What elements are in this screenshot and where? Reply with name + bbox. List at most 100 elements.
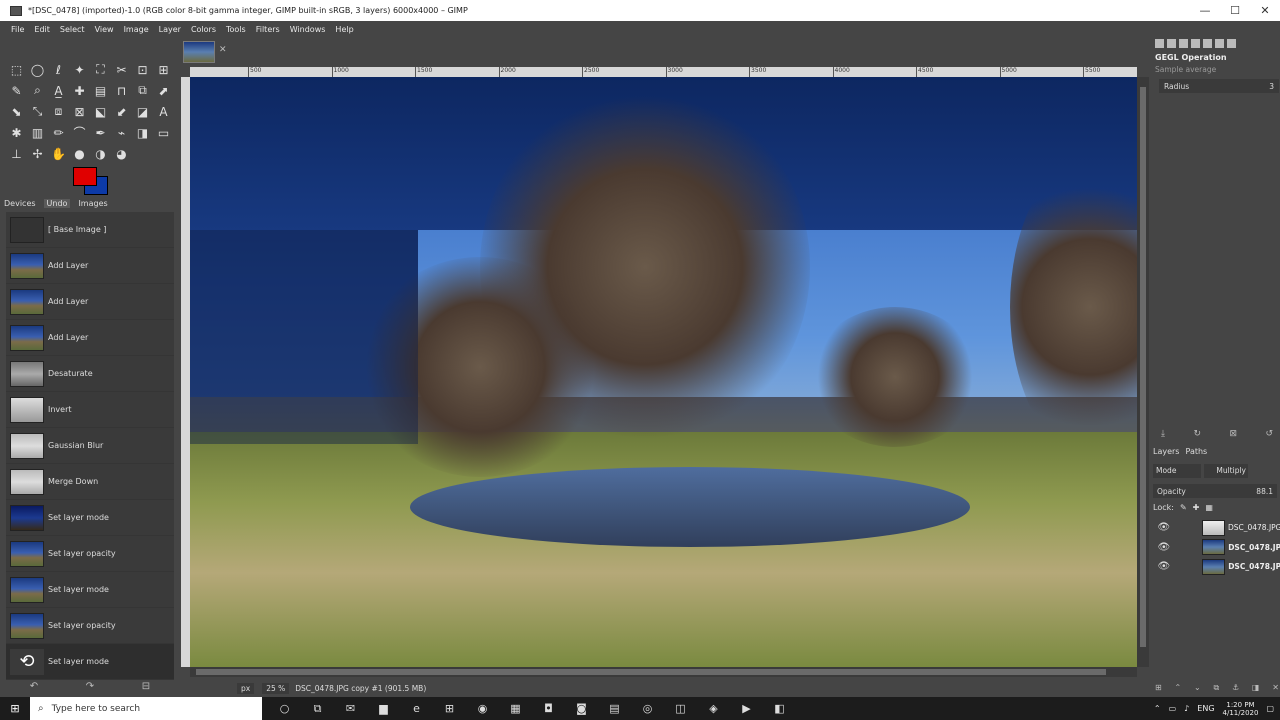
tool-icon-33[interactable]: ⊥ [6, 143, 27, 164]
tool-icon-21[interactable]: ⬕ [90, 101, 111, 122]
start-icon[interactable]: ⊞ [0, 702, 30, 715]
taskbar-app-icon[interactable]: ◙ [565, 702, 598, 716]
undo-history-item[interactable]: Invert [6, 392, 174, 428]
taskbar-app-icon[interactable]: ◉ [466, 702, 499, 716]
undo-history-item[interactable]: Set layer opacity [6, 536, 174, 572]
unit-select[interactable]: px [237, 682, 255, 694]
close-tab-icon[interactable]: ✕ [219, 45, 227, 55]
templates-icon[interactable] [1215, 39, 1224, 48]
visibility-eye-icon[interactable]: 👁 [1156, 522, 1172, 533]
tool-icon-15[interactable]: ⧉ [132, 80, 153, 101]
document-history-icon[interactable] [1203, 39, 1212, 48]
anchor-layer-icon[interactable]: ⚓ [1232, 683, 1239, 693]
menu-filters[interactable]: Filters [256, 25, 280, 34]
save-options-icon[interactable]: ⤓ [1161, 429, 1165, 439]
tool-icon-17[interactable]: ⬊ [6, 101, 27, 122]
tray-chevron-icon[interactable]: ⌃ [1154, 704, 1161, 713]
menu-colors[interactable]: Colors [191, 25, 216, 34]
delete-layer-icon[interactable]: ✕ [1272, 683, 1279, 693]
tool-icon-30[interactable]: ⌁ [111, 122, 132, 143]
menu-layer[interactable]: Layer [159, 25, 181, 34]
minimize-button[interactable]: — [1190, 4, 1220, 17]
tool-icon-3[interactable]: ℓ [48, 59, 69, 80]
taskbar-app-icon[interactable]: ⧉ [301, 702, 334, 716]
menu-help[interactable]: Help [335, 25, 353, 34]
tool-icon-19[interactable]: ⧈ [48, 101, 69, 122]
undo-history-item[interactable]: Set layer opacity [6, 608, 174, 644]
taskbar-app-icon[interactable]: ◎ [631, 702, 664, 716]
network-icon[interactable]: ▭ [1169, 704, 1177, 713]
tool-icon-2[interactable]: ◯ [27, 59, 48, 80]
tool-icon-26[interactable]: ▥ [27, 122, 48, 143]
taskbar-app-icon[interactable]: ▶ [730, 702, 763, 716]
tool-icon-1[interactable]: ⬚ [6, 59, 27, 80]
undo-history-item[interactable]: Add Layer [6, 320, 174, 356]
lower-layer-icon[interactable]: ⌄ [1194, 683, 1201, 693]
lock-pixels-icon[interactable]: ✎ [1180, 503, 1187, 512]
clock[interactable]: 1:20 PM 4/11/2020 [1223, 701, 1259, 717]
tool-options-icon[interactable] [1155, 39, 1164, 48]
zoom-select[interactable]: 25 % [262, 682, 290, 694]
undo-history-item[interactable]: Add Layer [6, 248, 174, 284]
close-button[interactable]: ✕ [1250, 4, 1280, 17]
tool-icon-6[interactable]: ✂ [111, 59, 132, 80]
tool-icon-18[interactable]: ⤡ [27, 101, 48, 122]
delete-icon[interactable]: ⊠ [1229, 429, 1237, 439]
undo-history-item[interactable]: Add Layer [6, 284, 174, 320]
undo-history-item[interactable]: Gaussian Blur [6, 428, 174, 464]
reset-icon[interactable]: ↺ [1265, 429, 1273, 439]
taskbar-app-icon[interactable]: ◧ [763, 702, 796, 716]
taskbar-app-icon[interactable]: ▤ [598, 702, 631, 716]
taskbar-search[interactable]: ⌕ Type here to search [30, 697, 262, 720]
taskbar-app-icon[interactable]: ○ [268, 702, 301, 716]
tool-icon-32[interactable]: ▭ [153, 122, 174, 143]
clear-history-icon[interactable]: ⊟ [142, 681, 150, 695]
taskbar-app-icon[interactable]: ▦ [499, 702, 532, 716]
tool-icon-16[interactable]: ⬈ [153, 80, 174, 101]
tool-icon-24[interactable]: A [153, 101, 174, 122]
vertical-scrollbar[interactable] [1137, 77, 1149, 667]
image-canvas[interactable] [190, 77, 1137, 667]
text-icon[interactable] [1227, 39, 1236, 48]
brushes-icon[interactable] [1167, 39, 1176, 48]
undo-history-item[interactable]: Set layer mode [6, 572, 174, 608]
fonts-icon[interactable] [1191, 39, 1200, 48]
taskbar-app-icon[interactable]: ◘ [532, 702, 565, 716]
tool-icon-14[interactable]: ⊓ [111, 80, 132, 101]
undo-history-item[interactable]: Desaturate [6, 356, 174, 392]
tool-icon-13[interactable]: ▤ [90, 80, 111, 101]
tool-icon-5[interactable]: ⛶ [90, 59, 111, 80]
menu-view[interactable]: View [95, 25, 114, 34]
taskbar-app-icon[interactable]: ✉ [334, 702, 367, 716]
menu-select[interactable]: Select [60, 25, 85, 34]
tool-icon-9[interactable]: ✎ [6, 80, 27, 101]
menu-edit[interactable]: Edit [34, 25, 50, 34]
tool-icon-23[interactable]: ◪ [132, 101, 153, 122]
tool-icon-31[interactable]: ◨ [132, 122, 153, 143]
tool-icon-29[interactable]: ✒ [90, 122, 111, 143]
restore-icon[interactable]: ↻ [1193, 429, 1201, 439]
foreground-color-swatch[interactable] [73, 167, 97, 186]
tab-images[interactable]: Images [78, 199, 107, 208]
volume-icon[interactable]: ♪ [1184, 704, 1189, 713]
layer-row[interactable]: 👁 DSC_0478.JP [1153, 538, 1280, 557]
taskbar-app-icon[interactable]: ⊞ [433, 702, 466, 716]
tool-icon-34[interactable]: ✢ [27, 143, 48, 164]
tool-icon-36[interactable]: ● [69, 143, 90, 164]
tool-icon-8[interactable]: ⊞ [153, 59, 174, 80]
tool-icon-25[interactable]: ✱ [6, 122, 27, 143]
patterns-icon[interactable] [1179, 39, 1188, 48]
duplicate-layer-icon[interactable]: ⧉ [1213, 683, 1219, 693]
language-indicator[interactable]: ENG [1197, 704, 1214, 713]
undo-history-item[interactable]: Merge Down [6, 464, 174, 500]
visibility-eye-icon[interactable]: 👁 [1156, 542, 1172, 553]
layer-row[interactable]: 👁 DSC_0478.JPG [1153, 518, 1280, 537]
lock-position-icon[interactable]: ✚ [1193, 503, 1200, 512]
taskbar-app-icon[interactable]: ◈ [697, 702, 730, 716]
tool-icon-20[interactable]: ⊠ [69, 101, 90, 122]
redo-icon[interactable]: ↷ [86, 681, 94, 695]
undo-icon[interactable]: ↶ [30, 681, 38, 695]
tool-icon-27[interactable]: ✏ [48, 122, 69, 143]
menu-windows[interactable]: Windows [290, 25, 326, 34]
menu-tools[interactable]: Tools [226, 25, 246, 34]
